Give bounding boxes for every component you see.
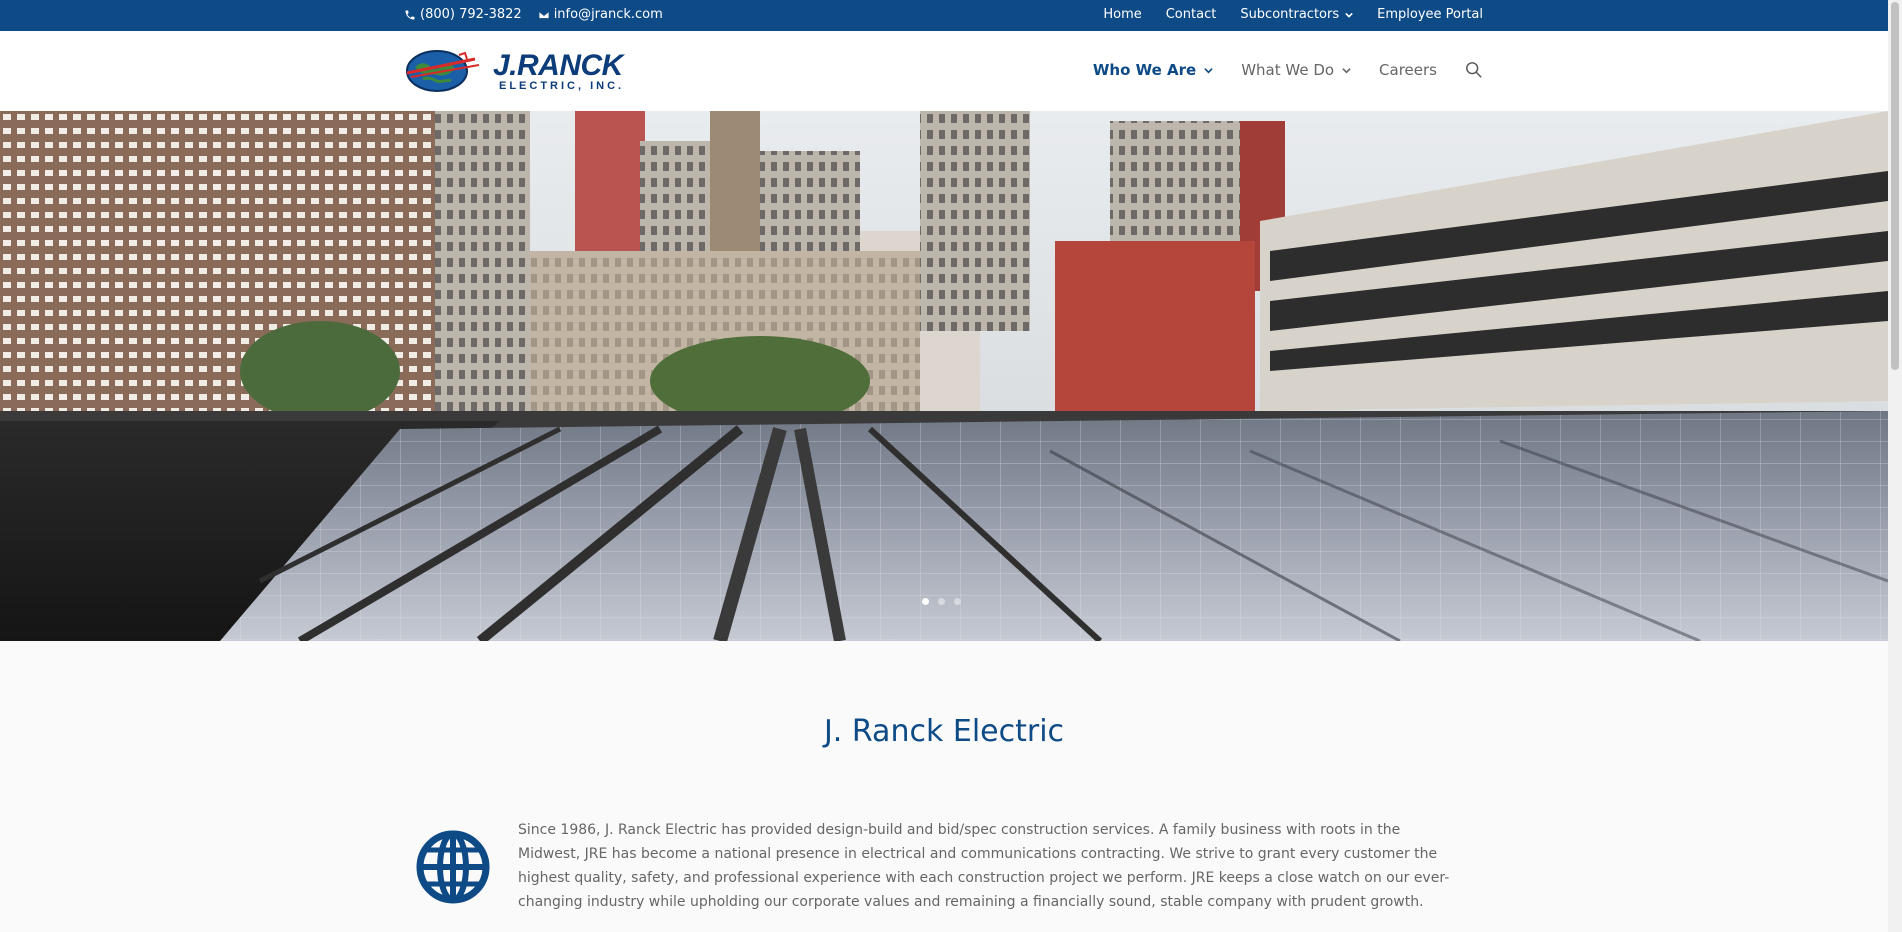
email-link[interactable]: info@jranck.com: [538, 7, 663, 22]
search-icon[interactable]: [1465, 61, 1483, 79]
envelope-icon: [538, 10, 550, 19]
nav-subcontractors-label: Subcontractors: [1240, 7, 1340, 22]
logo-name: J.RANCK: [493, 48, 623, 82]
phone-link[interactable]: (800) 792-3822: [404, 7, 522, 22]
nav-subcontractors[interactable]: Subcontractors: [1240, 7, 1353, 22]
email-address: info@jranck.com: [553, 7, 663, 22]
phone-number: (800) 792-3822: [420, 7, 522, 22]
logo-wordmark: J.RANCK ELECTRIC, INC.: [493, 48, 625, 92]
logo-subtitle: ELECTRIC, INC.: [499, 79, 625, 92]
logo-globe-icon: [406, 50, 480, 92]
page-scrollbar[interactable]: [1888, 0, 1902, 932]
scrollbar-thumb[interactable]: [1891, 2, 1899, 370]
slider-pagination: [922, 598, 961, 605]
slide-dot-1[interactable]: [922, 598, 929, 605]
main-header: J.RANCK ELECTRIC, INC. Who We Are What W…: [0, 31, 1888, 111]
intro-paragraph: Since 1986, J. Ranck Electric has provid…: [518, 822, 1450, 910]
main-nav: Who We Are What We Do Careers: [1093, 61, 1483, 79]
chevron-down-icon: [1345, 12, 1353, 18]
secondary-nav: Home Contact Subcontractors Employee Por…: [1103, 7, 1483, 22]
nav-careers[interactable]: Careers: [1379, 61, 1437, 79]
slide-dot-2[interactable]: [938, 598, 945, 605]
nav-who-we-are[interactable]: Who We Are: [1093, 61, 1213, 79]
nav-employee-portal-label: Employee Portal: [1377, 7, 1483, 22]
hero-slider: [0, 111, 1888, 641]
nav-home[interactable]: Home: [1103, 7, 1141, 22]
logo[interactable]: J.RANCK ELECTRIC, INC.: [405, 47, 627, 95]
nav-home-label: Home: [1103, 7, 1142, 22]
nav-employee-portal[interactable]: Employee Portal: [1377, 7, 1483, 22]
chevron-down-icon: [1204, 67, 1213, 73]
nav-who-we-are-label: Who We Are: [1092, 61, 1197, 79]
nav-careers-label: Careers: [1379, 61, 1437, 79]
hero-image-solar-rooftop: [0, 111, 1888, 641]
top-bar: (800) 792-3822 info@jranck.com Home Cont…: [0, 0, 1888, 31]
nav-what-we-do[interactable]: What We Do: [1241, 61, 1351, 79]
globe-icon: [416, 830, 490, 904]
slide-dot-3[interactable]: [954, 598, 961, 605]
page-title: J. Ranck Electric: [823, 714, 1065, 749]
nav-contact[interactable]: Contact: [1166, 7, 1217, 22]
contact-info: (800) 792-3822 info@jranck.com: [404, 7, 663, 22]
nav-what-we-do-label: What We Do: [1241, 61, 1335, 79]
nav-contact-label: Contact: [1165, 7, 1217, 22]
phone-icon: [405, 10, 415, 19]
chevron-down-icon: [1342, 67, 1351, 73]
